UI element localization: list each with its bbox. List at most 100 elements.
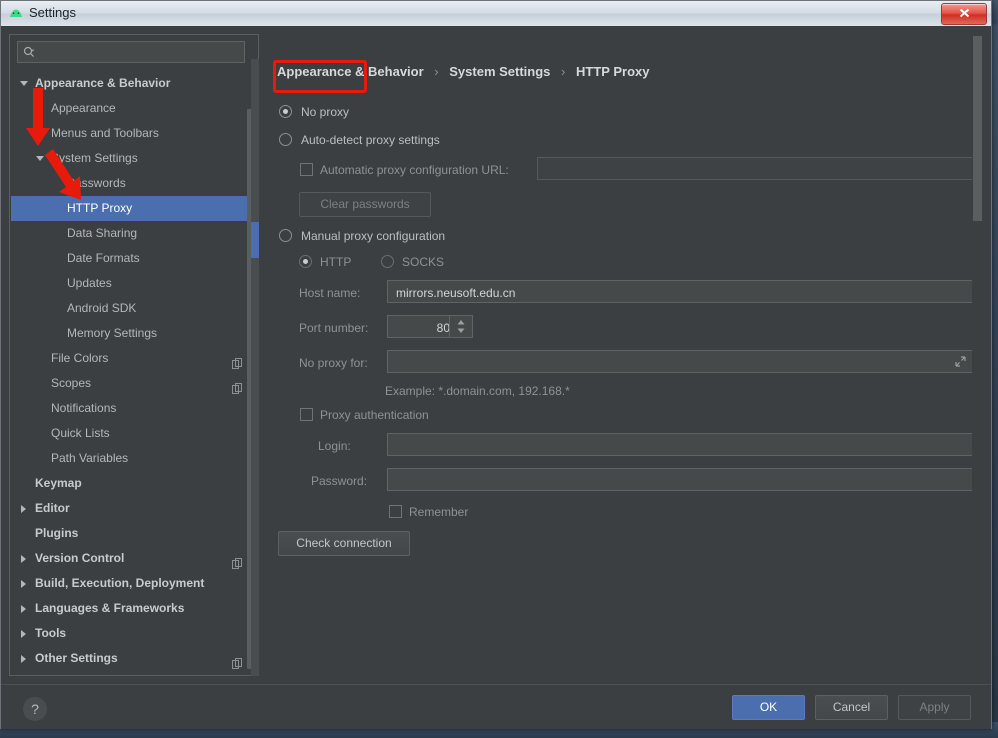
expand-icon[interactable] bbox=[954, 355, 967, 371]
sidebar-item-label: Quick Lists bbox=[51, 426, 110, 440]
settings-window: Settings Appearance & Behavior Appearanc… bbox=[0, 0, 992, 729]
breadcrumb-part-2[interactable]: System Settings bbox=[449, 64, 550, 79]
host-name-field[interactable] bbox=[387, 280, 973, 303]
sidebar-item-memory-settings[interactable]: Memory Settings bbox=[11, 321, 257, 346]
sidebar-item-build-execution-deployment[interactable]: Build, Execution, Deployment bbox=[11, 571, 257, 596]
sidebar-item-appearance[interactable]: Appearance bbox=[11, 96, 257, 121]
sidebar-item-data-sharing[interactable]: Data Sharing bbox=[11, 221, 257, 246]
settings-tree[interactable]: Appearance & Behavior Appearance Menus and… bbox=[11, 71, 257, 675]
manual-proxy-label[interactable]: Manual proxy configuration bbox=[301, 229, 445, 243]
sidebar-item-version-control[interactable]: Version Control bbox=[11, 546, 257, 571]
http-proxy-settings-pane: Appearance & Behavior › System Settings … bbox=[263, 34, 983, 676]
protocol-http-radio[interactable] bbox=[299, 255, 312, 268]
protocol-http-label[interactable]: HTTP bbox=[320, 255, 351, 269]
breadcrumb-part-1[interactable]: Appearance & Behavior bbox=[277, 64, 424, 79]
manual-proxy-radio[interactable] bbox=[279, 229, 292, 242]
auto-detect-proxy-label[interactable]: Auto-detect proxy settings bbox=[301, 133, 440, 147]
search-input[interactable] bbox=[42, 44, 244, 63]
password-field[interactable] bbox=[387, 468, 973, 491]
sidebar-item-tools[interactable]: Tools bbox=[11, 621, 257, 646]
sidebar-item-updates[interactable]: Updates bbox=[11, 271, 257, 296]
clear-passwords-button[interactable]: Clear passwords bbox=[299, 192, 431, 217]
no-proxy-for-field[interactable] bbox=[387, 350, 973, 373]
sidebar-item-system-settings[interactable]: System Settings bbox=[11, 146, 257, 171]
chevron-right-icon[interactable] bbox=[19, 621, 31, 646]
window-titlebar[interactable]: Settings bbox=[1, 1, 991, 27]
sidebar-item-appearance-behavior[interactable]: Appearance & Behavior bbox=[11, 71, 257, 96]
remember-label[interactable]: Remember bbox=[409, 505, 468, 519]
sidebar-item-languages-frameworks[interactable]: Languages & Frameworks bbox=[11, 596, 257, 621]
no-proxy-for-input[interactable] bbox=[394, 353, 958, 372]
password-label: Password: bbox=[311, 474, 368, 488]
copy-settings-icon[interactable] bbox=[232, 653, 243, 669]
chevron-down-icon[interactable] bbox=[19, 71, 31, 96]
sidebar-item-label: Date Formats bbox=[67, 251, 140, 265]
remember-checkbox[interactable] bbox=[389, 505, 402, 518]
port-number-field[interactable] bbox=[387, 315, 473, 338]
sidebar-item-other-settings[interactable]: Other Settings bbox=[11, 646, 257, 671]
android-studio-icon bbox=[9, 7, 23, 20]
pane-splitter[interactable] bbox=[251, 59, 259, 676]
sidebar-item-passwords[interactable]: Passwords bbox=[11, 171, 257, 196]
sidebar-item-path-variables[interactable]: Path Variables bbox=[11, 446, 257, 471]
sidebar-item-label: Menus and Toolbars bbox=[51, 126, 159, 140]
auto-config-url-field[interactable] bbox=[537, 157, 973, 180]
window-title: Settings bbox=[29, 5, 76, 20]
main-scrollbar-thumb[interactable] bbox=[973, 36, 982, 221]
password-input[interactable] bbox=[394, 471, 958, 490]
sidebar-item-label: Data Sharing bbox=[67, 226, 138, 240]
sidebar-item-experimental[interactable]: Experimental bbox=[11, 671, 257, 675]
pane-splitter-handle[interactable] bbox=[251, 222, 259, 258]
chevron-right-icon[interactable] bbox=[19, 496, 31, 521]
settings-tree-pane: Appearance & Behavior Appearance Menus and… bbox=[9, 34, 259, 676]
sidebar-item-keymap[interactable]: Keymap bbox=[11, 471, 257, 496]
sidebar-item-http-proxy[interactable]: HTTP Proxy bbox=[11, 196, 257, 221]
auto-config-url-label: Automatic proxy configuration URL: bbox=[320, 163, 509, 177]
chevron-right-icon[interactable] bbox=[19, 646, 31, 671]
sidebar-item-date-formats[interactable]: Date Formats bbox=[11, 246, 257, 271]
copy-settings-icon[interactable] bbox=[232, 378, 243, 394]
sidebar-item-label: Passwords bbox=[67, 176, 126, 190]
proxy-authentication-label[interactable]: Proxy authentication bbox=[320, 408, 429, 422]
main-scrollbar-track[interactable] bbox=[972, 34, 983, 676]
sidebar-item-label: Editor bbox=[35, 501, 70, 515]
proxy-authentication-checkbox[interactable] bbox=[300, 408, 313, 421]
port-number-input[interactable] bbox=[392, 318, 452, 337]
sidebar-item-quick-lists[interactable]: Quick Lists bbox=[11, 421, 257, 446]
sidebar-item-label: Tools bbox=[35, 626, 67, 640]
ok-button[interactable]: OK bbox=[732, 695, 805, 720]
port-number-spinner[interactable] bbox=[449, 316, 472, 337]
sidebar-item-scopes[interactable]: Scopes bbox=[11, 371, 257, 396]
login-input[interactable] bbox=[394, 436, 958, 455]
sidebar-item-menus-and-toolbars[interactable]: Menus and Toolbars bbox=[11, 121, 257, 146]
close-button[interactable] bbox=[941, 3, 987, 25]
sidebar-item-notifications[interactable]: Notifications bbox=[11, 396, 257, 421]
login-field[interactable] bbox=[387, 433, 973, 456]
sidebar-item-label: Version Control bbox=[35, 551, 125, 565]
check-connection-button[interactable]: Check connection bbox=[278, 531, 410, 556]
sidebar-item-android-sdk[interactable]: Android SDK bbox=[11, 296, 257, 321]
search-box[interactable] bbox=[17, 41, 245, 63]
cancel-button[interactable]: Cancel bbox=[815, 695, 888, 720]
copy-settings-icon[interactable] bbox=[232, 353, 243, 369]
sidebar-item-plugins[interactable]: Plugins bbox=[11, 521, 257, 546]
chevron-right-icon[interactable] bbox=[19, 571, 31, 596]
no-proxy-label[interactable]: No proxy bbox=[301, 105, 349, 119]
auto-config-url-input[interactable] bbox=[544, 160, 958, 179]
no-proxy-radio[interactable] bbox=[279, 105, 292, 118]
help-button[interactable]: ? bbox=[23, 697, 47, 721]
chevron-right-icon[interactable] bbox=[19, 546, 31, 571]
auto-detect-proxy-radio[interactable] bbox=[279, 133, 292, 146]
protocol-socks-label[interactable]: SOCKS bbox=[402, 255, 444, 269]
sidebar-item-label: Other Settings bbox=[35, 651, 118, 665]
protocol-socks-radio[interactable] bbox=[381, 255, 394, 268]
host-name-input[interactable] bbox=[394, 283, 958, 302]
chevron-down-icon[interactable] bbox=[35, 146, 47, 171]
copy-settings-icon[interactable] bbox=[232, 553, 243, 569]
sidebar-item-editor[interactable]: Editor bbox=[11, 496, 257, 521]
chevron-right-icon[interactable] bbox=[19, 596, 31, 621]
sidebar-item-label: Memory Settings bbox=[67, 326, 158, 340]
sidebar-item-file-colors[interactable]: File Colors bbox=[11, 346, 257, 371]
search-icon bbox=[23, 46, 35, 58]
auto-config-url-checkbox[interactable] bbox=[300, 163, 313, 176]
